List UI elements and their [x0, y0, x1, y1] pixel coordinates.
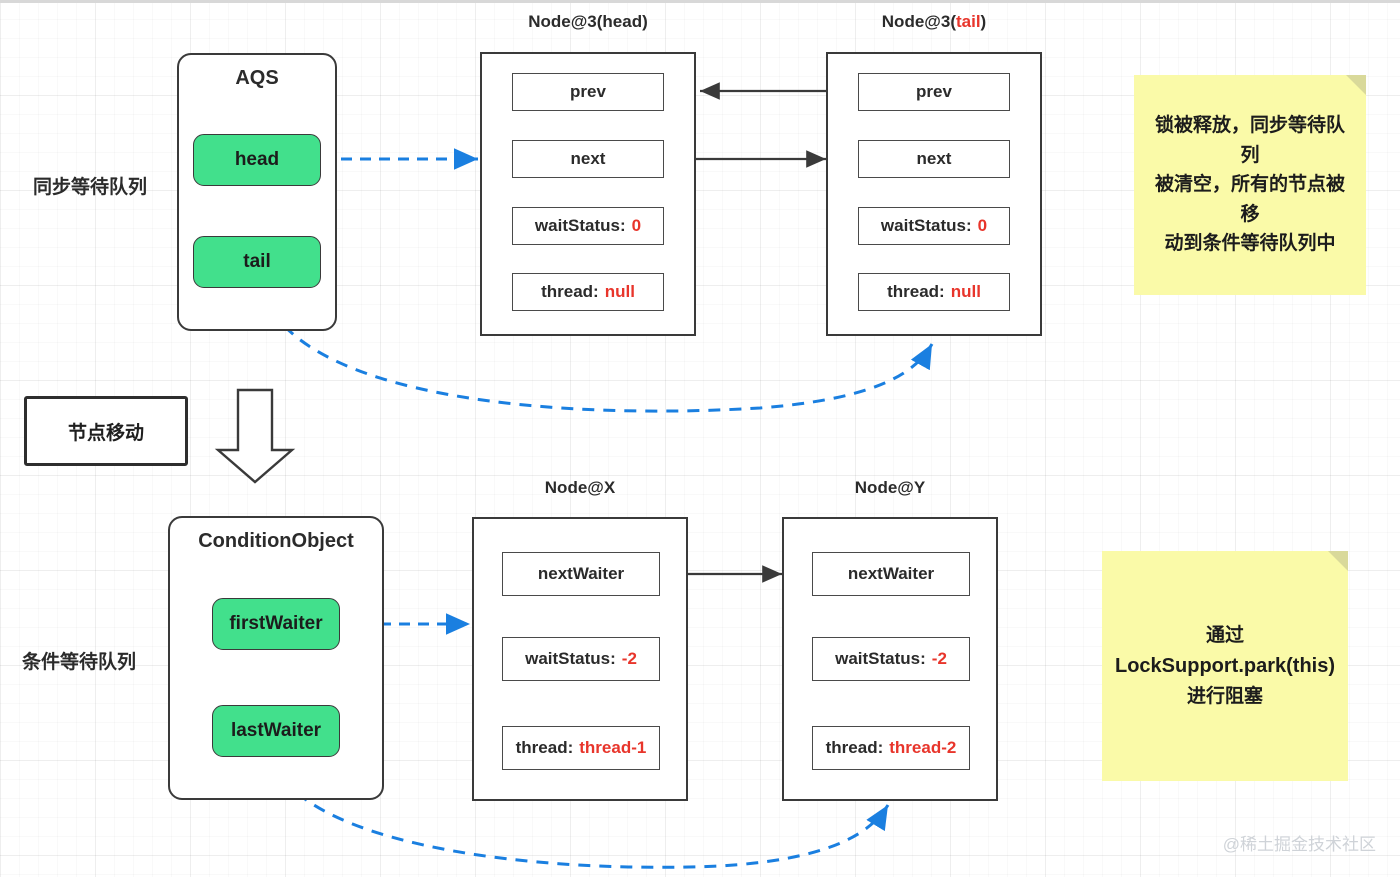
- cell-key: waitStatus:: [525, 649, 616, 668]
- nodex-cell-nextwaiter: nextWaiter: [502, 552, 660, 596]
- node3-head-cell-thread: thread: null: [512, 273, 664, 311]
- sticky-line: 通过: [1206, 625, 1245, 647]
- sticky-note-text: 锁被释放，同步等待队列 被清空，所有的节点被移 动到条件等待队列中: [1148, 111, 1352, 258]
- node3-head-label-accent: head: [602, 12, 643, 31]
- conditionobject-title: ConditionObject: [198, 530, 354, 552]
- cell-key: next: [916, 149, 952, 168]
- sticky-line: 进行阻塞: [1187, 685, 1264, 707]
- node3-tail-label-prefix: Node@3(: [881, 12, 956, 31]
- nodey-cell-waitstatus: waitStatus: -2: [812, 637, 970, 681]
- cell-key: thread:: [541, 282, 599, 301]
- conditionobject-field-firstwaiter[interactable]: firstWaiter: [212, 598, 340, 650]
- cell-key: thread:: [887, 282, 945, 301]
- sticky-note-text: 通过 LockSupport.park(this) 进行阻塞: [1115, 621, 1335, 711]
- nodey-label: Node@Y: [854, 478, 926, 497]
- sticky-fold-icon: [1346, 75, 1366, 95]
- top-divider: [0, 0, 1400, 3]
- cell-value: null: [950, 282, 981, 301]
- cell-value: thread-1: [579, 738, 647, 757]
- cell-key: nextWaiter: [537, 564, 625, 583]
- aqs-title: AQS: [235, 67, 279, 89]
- node3-tail-cell-prev: prev: [858, 73, 1010, 111]
- nodey-cell-nextwaiter: nextWaiter: [812, 552, 970, 596]
- nodex-label: Node@X: [544, 478, 616, 497]
- node3-head-label-prefix: Node@3(: [528, 12, 603, 31]
- sticky-line: 被清空，所有的节点被移: [1154, 174, 1345, 225]
- node3-head-label: Node@3(head): [480, 12, 696, 32]
- aqs-field-head[interactable]: head: [193, 134, 321, 186]
- node3-tail-label: Node@3(tail): [826, 12, 1042, 32]
- nodey-cell-thread: thread: thread-2: [812, 726, 970, 770]
- node3-tail-cell-thread: thread: null: [858, 273, 1010, 311]
- nodex-cell-thread: thread: thread-1: [502, 726, 660, 770]
- node3-tail-label-accent: tail: [955, 12, 981, 31]
- node3-head-cell-prev: prev: [512, 73, 664, 111]
- cell-value: null: [604, 282, 635, 301]
- cell-key: thread:: [515, 738, 574, 757]
- conditionobject-box: ConditionObject: [168, 516, 384, 800]
- cell-value: 0: [631, 216, 642, 235]
- cell-value: -2: [931, 649, 947, 668]
- sticky-line: 锁被释放，同步等待队列: [1154, 115, 1345, 166]
- cell-key: thread:: [825, 738, 884, 757]
- node-move-box: 节点移动: [24, 396, 188, 466]
- conditionobject-field-lastwaiter[interactable]: lastWaiter: [212, 705, 340, 757]
- nodex-cell-waitstatus: waitStatus: -2: [502, 637, 660, 681]
- cell-key: prev: [570, 82, 606, 101]
- sticky-line: 动到条件等待队列中: [1164, 233, 1336, 255]
- cell-value: -2: [621, 649, 637, 668]
- cell-key: nextWaiter: [847, 564, 935, 583]
- node3-tail-label-suffix: ): [980, 12, 987, 31]
- sticky-fold-icon: [1328, 551, 1348, 571]
- node3-head-cell-waitstatus: waitStatus: 0: [512, 207, 664, 245]
- cell-key: waitStatus:: [534, 216, 626, 235]
- watermark: @稀土掘金技术社区: [1222, 835, 1376, 854]
- sticky-line: LockSupport.park(this): [1115, 654, 1336, 677]
- sticky-note-locksupport-park: 通过 LockSupport.park(this) 进行阻塞: [1102, 551, 1348, 781]
- node3-tail-cell-waitstatus: waitStatus: 0: [858, 207, 1010, 245]
- aqs-field-tail[interactable]: tail: [193, 236, 321, 288]
- node3-head-label-suffix: ): [642, 12, 648, 31]
- cell-value: thread-2: [889, 738, 957, 757]
- label-condition-queue: 条件等待队列: [22, 652, 137, 673]
- cell-key: waitStatus:: [880, 216, 972, 235]
- cell-value: 0: [977, 216, 988, 235]
- cell-key: waitStatus:: [835, 649, 926, 668]
- sticky-note-lock-released: 锁被释放，同步等待队列 被清空，所有的节点被移 动到条件等待队列中: [1134, 75, 1366, 295]
- label-sync-queue: 同步等待队列: [33, 177, 148, 198]
- cell-key: prev: [916, 82, 952, 101]
- node3-head-cell-next: next: [512, 140, 664, 178]
- node3-tail-cell-next: next: [858, 140, 1010, 178]
- aqs-box: AQS: [177, 53, 337, 331]
- cell-key: next: [570, 149, 606, 168]
